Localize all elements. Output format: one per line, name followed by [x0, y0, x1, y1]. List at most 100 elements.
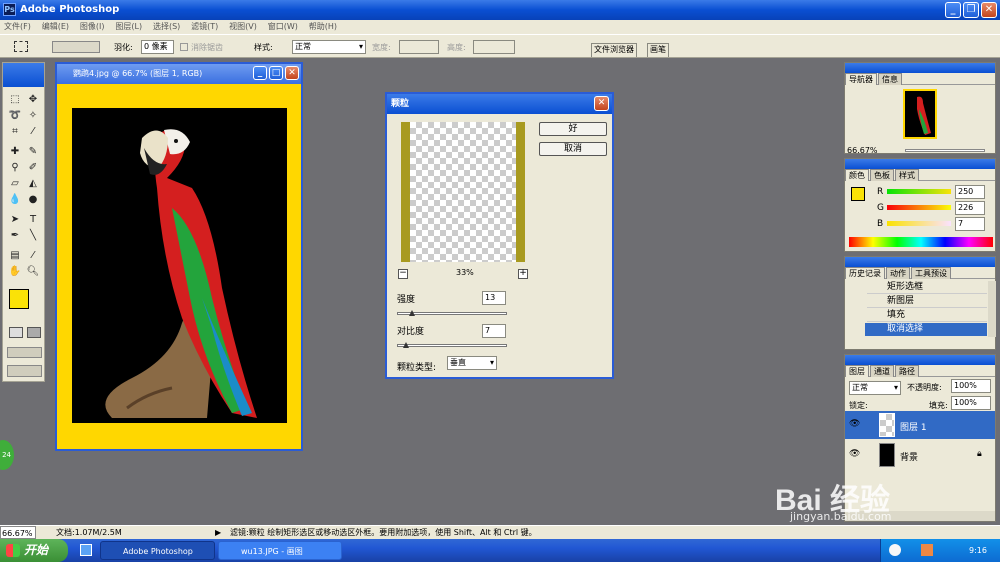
doc-close-button[interactable]: ✕ — [285, 66, 299, 80]
line-tool-icon[interactable]: ╲ — [25, 229, 41, 243]
history-item[interactable]: 矩形选框 — [867, 281, 987, 294]
zoom-out-icon[interactable]: − — [398, 269, 408, 279]
navigator-zoom-slider[interactable] — [905, 149, 985, 152]
eraser-tool-icon[interactable]: ▱ — [7, 177, 23, 191]
width-input[interactable] — [399, 40, 439, 54]
task-paint[interactable]: wu13.JPG - 画图 — [218, 541, 342, 560]
tab-actions[interactable]: 动作 — [886, 267, 910, 279]
pen-tool-icon[interactable]: ✒ — [7, 229, 23, 243]
path-select-icon[interactable]: ➤ — [7, 213, 23, 227]
zoom-tool-icon[interactable]: 🔍︎ — [25, 265, 41, 279]
jump-to-imageready-icon[interactable] — [7, 365, 42, 377]
intensity-slider[interactable] — [397, 310, 507, 316]
tab-navigator[interactable]: 导航器 — [845, 73, 877, 85]
navigator-thumbnail[interactable] — [903, 89, 937, 139]
paint-bucket-icon[interactable]: ◭ — [25, 177, 41, 191]
b-input[interactable]: 7 — [955, 217, 985, 231]
eye-icon[interactable]: 👁︎ — [849, 449, 860, 459]
r-slider[interactable] — [887, 189, 951, 194]
contrast-slider[interactable] — [397, 342, 507, 348]
cancel-button[interactable]: 取消 — [539, 142, 607, 156]
color-foreground-swatch[interactable] — [851, 187, 865, 201]
grain-type-select[interactable]: 垂直 ▾ — [447, 356, 497, 370]
hand-tool-icon[interactable]: ✋ — [7, 265, 23, 279]
clone-stamp-icon[interactable]: ⚲ — [7, 161, 23, 175]
dialog-close-button[interactable]: ✕ — [594, 96, 609, 111]
move-tool-icon[interactable]: ✥ — [25, 93, 41, 107]
b-slider[interactable] — [887, 221, 951, 226]
eye-icon[interactable]: 👁︎ — [849, 419, 860, 429]
screen-mode-icons[interactable] — [7, 347, 42, 358]
menu-filter[interactable]: 滤镜(T) — [187, 20, 222, 34]
filter-preview[interactable] — [401, 122, 525, 262]
slice-tool-icon[interactable]: ⁄ — [25, 125, 41, 139]
tab-history[interactable]: 历史记录 — [845, 267, 885, 279]
antialias-checkbox[interactable] — [180, 43, 188, 51]
healing-brush-icon[interactable]: ✚ — [7, 145, 23, 159]
notes-tool-icon[interactable]: ▤ — [7, 249, 23, 263]
ok-button[interactable]: 好 — [539, 122, 607, 136]
doc-maximize-button[interactable]: □ — [269, 66, 283, 80]
tab-swatches[interactable]: 色板 — [870, 169, 894, 181]
image-canvas[interactable] — [72, 108, 287, 423]
tab-tool-presets[interactable]: 工具预设 — [911, 267, 951, 279]
marquee-tool-icon[interactable]: ⬚ — [7, 93, 23, 107]
blend-mode-select[interactable]: 正常 ▾ — [849, 381, 901, 395]
blur-tool-icon[interactable]: 💧 — [7, 193, 23, 207]
tab-brushes[interactable]: 画笔 — [647, 43, 669, 57]
height-input[interactable] — [473, 40, 515, 54]
tab-info[interactable]: 信息 — [878, 73, 902, 85]
intensity-slider-thumb[interactable] — [409, 310, 415, 316]
intensity-input[interactable]: 13 — [482, 291, 506, 305]
menu-select[interactable]: 选择(S) — [149, 20, 184, 34]
tab-layers[interactable]: 图层 — [845, 365, 869, 377]
g-input[interactable]: 226 — [955, 201, 985, 215]
tab-paths[interactable]: 路径 — [895, 365, 919, 377]
menu-window[interactable]: 窗口(W) — [264, 20, 302, 34]
layer-row[interactable]: 👁︎ 背景 🔒︎ — [845, 441, 995, 469]
feather-input[interactable]: 0 像素 — [141, 40, 174, 54]
tab-styles[interactable]: 样式 — [895, 169, 919, 181]
zoom-in-icon[interactable]: + — [518, 269, 528, 279]
menu-layer[interactable]: 图层(L) — [111, 20, 146, 34]
menu-view[interactable]: 视图(V) — [225, 20, 261, 34]
menu-help[interactable]: 帮助(H) — [305, 20, 341, 34]
crop-tool-icon[interactable]: ⌗ — [7, 125, 23, 139]
menu-file[interactable]: 文件(F) — [0, 20, 35, 34]
close-button[interactable]: ✕ — [981, 2, 997, 18]
start-button[interactable]: 开始 — [0, 539, 68, 562]
tray-icon[interactable] — [921, 544, 933, 556]
doc-minimize-button[interactable]: _ — [253, 66, 267, 80]
history-scrollbar[interactable] — [988, 281, 996, 337]
selection-mode-buttons[interactable] — [52, 41, 100, 53]
status-zoom[interactable]: 66.67% — [0, 526, 36, 539]
fill-input[interactable]: 100% — [951, 396, 991, 410]
g-slider[interactable] — [887, 205, 951, 210]
quickmask-mode-icon[interactable] — [27, 327, 41, 338]
lasso-tool-icon[interactable]: ➰ — [7, 109, 23, 123]
menu-edit[interactable]: 编辑(E) — [38, 20, 73, 34]
layer-row-selected[interactable]: 👁︎ 图层 1 — [845, 411, 995, 439]
dodge-tool-icon[interactable]: ● — [25, 193, 41, 207]
history-item[interactable]: 填充 — [867, 309, 987, 322]
task-photoshop[interactable]: Adobe Photoshop — [100, 541, 215, 560]
tab-color[interactable]: 颜色 — [845, 169, 869, 181]
quicklaunch-icon[interactable] — [80, 544, 92, 556]
restore-button[interactable]: ❐ — [963, 2, 979, 18]
magic-wand-icon[interactable]: ✧ — [25, 109, 41, 123]
foreground-color-swatch[interactable] — [9, 289, 29, 309]
contrast-slider-thumb[interactable] — [403, 342, 409, 348]
standard-mode-icon[interactable] — [9, 327, 23, 338]
contrast-input[interactable]: 7 — [482, 324, 506, 338]
history-item-selected[interactable]: 取消选择 — [865, 323, 987, 336]
status-arrow-icon[interactable]: ▶ — [215, 526, 221, 539]
menu-image[interactable]: 图像(I) — [76, 20, 109, 34]
brush-tool-icon[interactable]: ✎ — [25, 145, 41, 159]
tray-icon[interactable] — [889, 544, 901, 556]
tab-file-browser[interactable]: 文件浏览器 — [591, 43, 637, 57]
style-select[interactable]: 正常 ▾ — [292, 40, 366, 54]
r-input[interactable]: 250 — [955, 185, 985, 199]
opacity-input[interactable]: 100% — [951, 379, 991, 393]
minimize-button[interactable]: _ — [945, 2, 961, 18]
marquee-tool-icon[interactable] — [14, 41, 28, 52]
